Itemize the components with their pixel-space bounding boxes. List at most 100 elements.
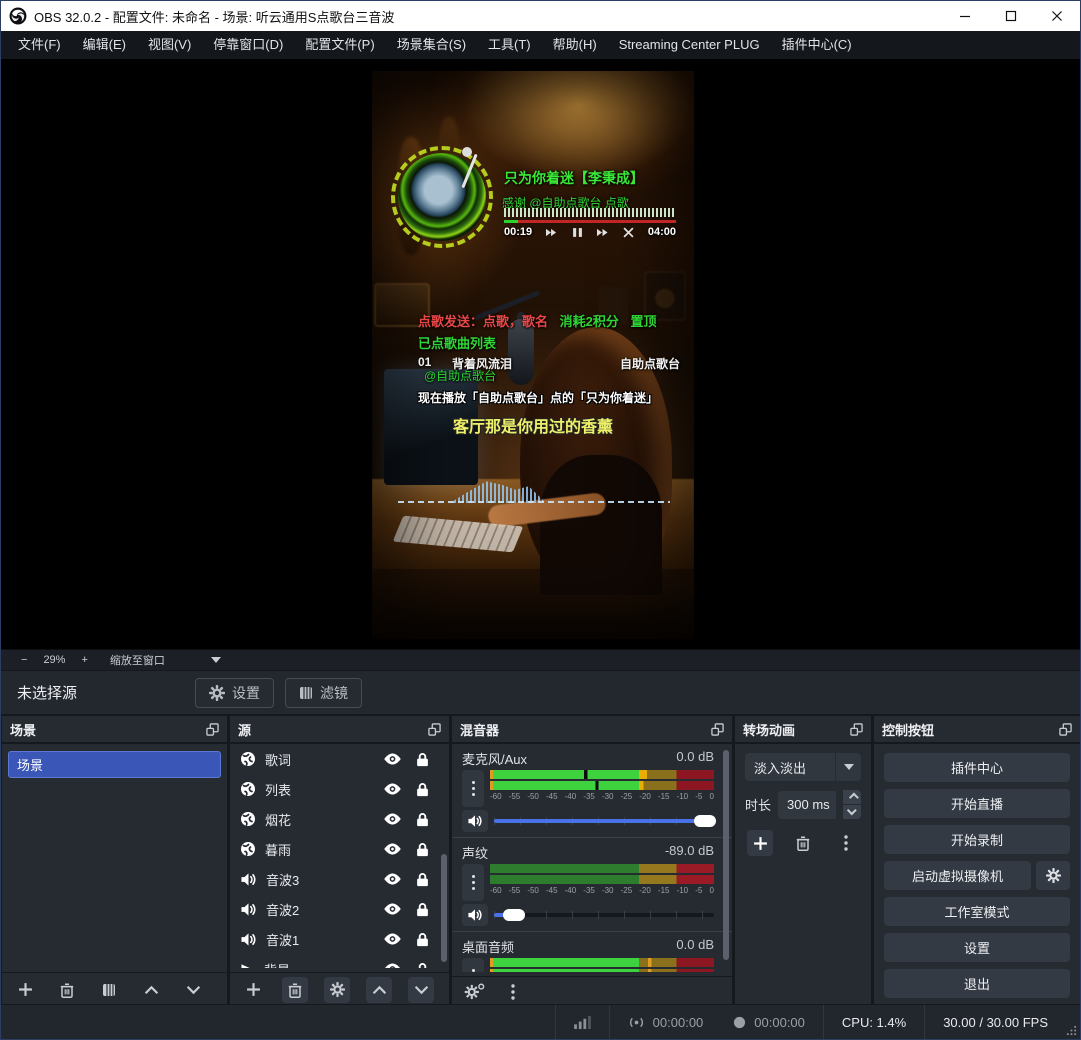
spinner-down-button[interactable] (843, 805, 861, 819)
zoom-out-button[interactable]: − (13, 654, 35, 666)
overlay-song-title: 只为你着迷【李秉成】 (504, 168, 644, 188)
resize-grip[interactable] (1066, 1005, 1080, 1039)
source-properties-button[interactable] (324, 977, 350, 1003)
menu-view[interactable]: 视图(V) (137, 31, 202, 59)
volume-slider[interactable] (494, 814, 714, 828)
scene-item-selected[interactable]: 场景 (8, 751, 221, 778)
volume-slider-handle[interactable] (694, 815, 716, 827)
lock-icon[interactable] (416, 902, 429, 917)
source-label: 音波1 (266, 930, 374, 949)
add-source-button[interactable] (240, 977, 266, 1003)
remove-scene-button[interactable] (54, 977, 80, 1003)
transition-properties-button[interactable] (833, 830, 859, 856)
scene-move-down-button[interactable] (180, 977, 206, 1003)
volume-slider-handle[interactable] (503, 909, 525, 921)
channel-db-value: 0.0 dB (676, 749, 714, 768)
zoom-in-button[interactable]: + (73, 654, 95, 666)
mixer-title: 混音器 (460, 720, 499, 739)
scene-filters-button[interactable] (96, 977, 122, 1003)
preview-canvas[interactable]: 只为你着迷【李秉成】 感谢 @自助点歌台 点歌 00:19 04:00 点歌发送… (1, 59, 1080, 649)
source-row-rain[interactable]: 暮雨 (230, 834, 449, 864)
menu-plugin-center[interactable]: 插件中心(C) (771, 31, 863, 59)
source-filters-button[interactable]: 滤镜 (285, 678, 362, 708)
visibility-eye-icon[interactable] (383, 932, 402, 946)
lock-icon[interactable] (416, 962, 429, 969)
visibility-eye-icon[interactable] (383, 842, 402, 856)
mute-toggle-button[interactable] (462, 904, 488, 926)
duration-input[interactable]: 300 ms (778, 791, 836, 819)
channel-menu-button[interactable] (462, 770, 484, 807)
remove-source-button[interactable] (282, 977, 308, 1003)
virtual-camera-config-button[interactable] (1036, 861, 1070, 890)
source-settings-button[interactable]: 设置 (195, 678, 274, 708)
settings-button[interactable]: 设置 (884, 933, 1070, 962)
source-row-wave1[interactable]: 音波1 (230, 924, 449, 954)
button-label: 开始直播 (951, 794, 1003, 813)
popout-icon[interactable] (1059, 723, 1072, 736)
zoom-dropdown-icon[interactable] (211, 657, 221, 668)
maximize-button[interactable] (988, 1, 1034, 31)
visibility-eye-icon[interactable] (383, 782, 402, 796)
lock-icon[interactable] (416, 932, 429, 947)
popout-icon[interactable] (206, 723, 219, 736)
add-transition-button[interactable] (747, 830, 773, 856)
popout-icon[interactable] (428, 723, 441, 736)
source-row-wave2[interactable]: 音波2 (230, 894, 449, 924)
source-move-up-button[interactable] (366, 977, 392, 1003)
start-recording-button[interactable]: 开始录制 (884, 825, 1070, 854)
source-row-wave3[interactable]: 音波3 (230, 864, 449, 894)
menu-streaming-center-plug[interactable]: Streaming Center PLUG (608, 31, 771, 59)
spinner-up-button[interactable] (843, 790, 861, 804)
popout-icon[interactable] (850, 723, 863, 736)
channel-menu-button[interactable] (462, 864, 484, 901)
source-row-lyrics[interactable]: 歌词 (230, 744, 449, 774)
lock-icon[interactable] (416, 872, 429, 887)
advanced-audio-icon[interactable] (464, 983, 485, 1001)
mute-toggle-button[interactable] (462, 810, 488, 832)
scene-move-up-button[interactable] (138, 977, 164, 1003)
lock-icon[interactable] (416, 752, 429, 767)
add-scene-button[interactable] (12, 977, 38, 1003)
button-label: 工作室模式 (944, 902, 1009, 921)
start-streaming-button[interactable]: 开始直播 (884, 789, 1070, 818)
menu-scene-collection[interactable]: 场景集合(S) (386, 31, 477, 59)
menu-help[interactable]: 帮助(H) (542, 31, 608, 59)
sources-scrollbar[interactable] (441, 854, 447, 962)
studio-mode-button[interactable]: 工作室模式 (884, 897, 1070, 926)
plugin-center-button[interactable]: 插件中心 (884, 753, 1070, 782)
menu-file[interactable]: 文件(F) (7, 31, 72, 59)
menu-profile[interactable]: 配置文件(P) (294, 31, 385, 59)
mixer-scrollbar[interactable] (723, 750, 729, 960)
preview-video[interactable]: 只为你着迷【李秉成】 感谢 @自助点歌台 点歌 00:19 04:00 点歌发送… (372, 71, 694, 639)
lock-icon[interactable] (416, 812, 429, 827)
close-button[interactable] (1034, 1, 1080, 31)
start-virtual-camera-button[interactable]: 启动虚拟摄像机 (884, 861, 1031, 890)
menu-docks[interactable]: 停靠窗口(D) (202, 31, 294, 59)
zoom-fit-label[interactable]: 缩放至窗口 (110, 652, 165, 668)
exit-button[interactable]: 退出 (884, 969, 1070, 998)
transition-select[interactable]: 淡入淡出 (745, 753, 861, 781)
visibility-eye-icon[interactable] (383, 812, 402, 826)
visibility-eye-icon[interactable] (383, 902, 402, 916)
overlay-progress-bar (504, 220, 676, 223)
source-row-background[interactable]: 背景 (230, 954, 449, 968)
volume-meter: -60-55-50-45-40-35-30-25-20-15-10-50 (490, 958, 714, 972)
controls-header: 控制按钮 (874, 716, 1080, 744)
visibility-eye-icon[interactable] (383, 962, 402, 969)
visibility-eye-icon[interactable] (383, 752, 402, 766)
lock-icon[interactable] (416, 842, 429, 857)
volume-slider[interactable] (494, 908, 714, 922)
remove-transition-button[interactable] (790, 830, 816, 856)
menu-tools[interactable]: 工具(T) (477, 31, 542, 59)
channel-menu-button[interactable] (462, 958, 484, 972)
minimize-button[interactable] (942, 1, 988, 31)
menu-edit[interactable]: 编辑(E) (72, 31, 137, 59)
source-row-list[interactable]: 列表 (230, 774, 449, 804)
lock-icon[interactable] (416, 782, 429, 797)
popout-icon[interactable] (711, 723, 724, 736)
channel-db-value: 0.0 dB (676, 937, 714, 956)
mixer-menu-icon[interactable] (511, 984, 515, 1000)
source-row-fireworks[interactable]: 烟花 (230, 804, 449, 834)
visibility-eye-icon[interactable] (383, 872, 402, 886)
source-move-down-button[interactable] (408, 977, 434, 1003)
